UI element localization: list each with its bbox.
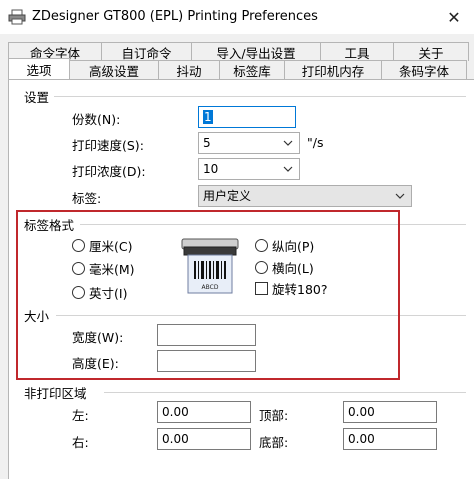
tab-label: 关于 — [418, 45, 444, 61]
tab-label: 工具 — [344, 45, 370, 61]
tab-label-library[interactable]: 标签库 — [219, 60, 285, 79]
tab-label: 抖动 — [176, 63, 202, 79]
tab-label: 高级设置 — [88, 63, 139, 79]
title-bar: ZDesigner GT800 (EPL) Printing Preferenc… — [0, 0, 474, 34]
tab-barcode-font[interactable]: 条码字体 — [381, 60, 467, 79]
speed-label: 打印速度(S): — [72, 138, 144, 153]
label-type-select[interactable]: 用户定义 — [198, 185, 412, 207]
right-margin-input[interactable]: 0.00 — [157, 428, 251, 450]
right-margin-label: 右: — [72, 435, 89, 450]
highlight-frame — [16, 210, 400, 380]
settings-divider — [54, 96, 466, 97]
copies-value: 1 — [203, 110, 213, 124]
right-margin-value: 0.00 — [162, 432, 189, 446]
darkness-label: 打印浓度(D): — [72, 164, 146, 179]
top-margin-value: 0.00 — [348, 405, 375, 419]
tab-custom-command[interactable]: 自订命令 — [101, 42, 192, 61]
chevron-down-icon — [281, 159, 295, 179]
tab-label: 自订命令 — [121, 45, 172, 61]
left-margin-label: 左: — [72, 408, 89, 423]
tab-options[interactable]: 选项 — [8, 58, 70, 79]
tab-label: 标签库 — [233, 63, 271, 79]
tab-label: 条码字体 — [398, 63, 449, 79]
darkness-value: 10 — [203, 162, 219, 176]
darkness-select[interactable]: 10 — [198, 158, 300, 180]
tab-row-back: 命令字体 自订命令 导入/导出设置 工具 关于 — [8, 42, 469, 61]
non-print-group-label: 非打印区域 — [24, 386, 87, 401]
bottom-margin-value: 0.00 — [348, 432, 375, 446]
tab-row-front: 选项 高级设置 抖动 标签库 打印机内存 条码字体 — [8, 58, 467, 79]
left-margin-value: 0.00 — [162, 405, 189, 419]
tab-import-export[interactable]: 导入/导出设置 — [191, 42, 321, 61]
printer-icon — [8, 9, 26, 25]
tab-label: 打印机内存 — [301, 63, 365, 79]
tab-dithering[interactable]: 抖动 — [158, 60, 220, 79]
tab-tools[interactable]: 工具 — [320, 42, 394, 61]
close-button[interactable]: ✕ — [434, 0, 474, 34]
top-margin-label: 顶部: — [259, 408, 289, 423]
label-type-value: 用户定义 — [203, 189, 252, 203]
top-margin-input[interactable]: 0.00 — [343, 401, 437, 423]
speed-select[interactable]: 5 — [198, 132, 300, 154]
settings-group-label: 设置 — [24, 90, 50, 105]
bottom-margin-input[interactable]: 0.00 — [343, 428, 437, 450]
copies-label: 份数(N): — [72, 112, 121, 127]
tab-advanced[interactable]: 高级设置 — [69, 60, 159, 79]
chevron-down-icon — [393, 186, 407, 206]
non-print-divider — [104, 392, 466, 393]
bottom-margin-label: 底部: — [259, 435, 289, 450]
left-margin-input[interactable]: 0.00 — [157, 401, 251, 423]
tab-printer-memory[interactable]: 打印机内存 — [284, 60, 382, 79]
close-icon: ✕ — [447, 7, 461, 27]
chevron-down-icon — [281, 133, 295, 153]
tab-about[interactable]: 关于 — [393, 42, 469, 61]
window-title: ZDesigner GT800 (EPL) Printing Preferenc… — [32, 9, 318, 24]
speed-unit: "/s — [307, 135, 324, 150]
label-type-label: 标签: — [72, 191, 102, 206]
tab-label: 选项 — [26, 62, 52, 78]
copies-input[interactable]: 1 — [198, 106, 296, 128]
speed-value: 5 — [203, 136, 211, 150]
tab-label: 导入/导出设置 — [216, 45, 296, 61]
